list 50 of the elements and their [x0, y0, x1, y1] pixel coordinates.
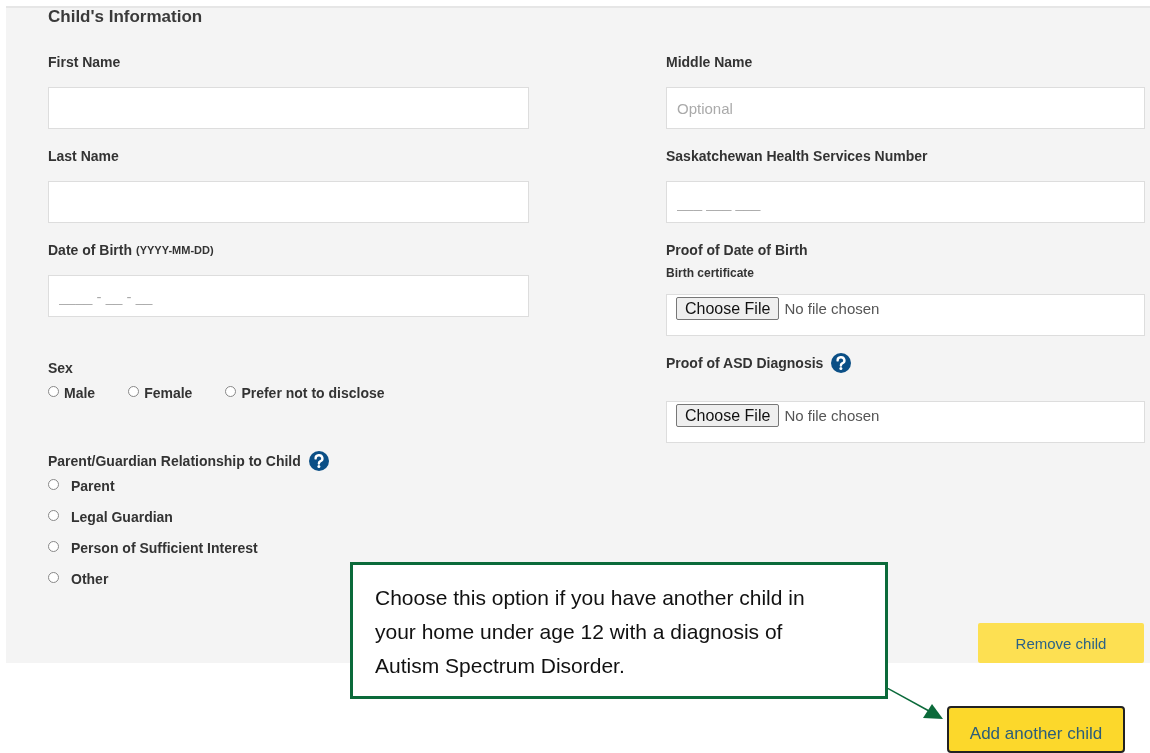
field-sublabel: Birth certificate: [666, 266, 756, 280]
callout-arrow: [887, 688, 943, 720]
option-label: Female: [144, 385, 193, 401]
option-label: Prefer not to disclose: [241, 385, 385, 401]
input-field[interactable]: ____ - __ - __: [48, 275, 529, 317]
file-field[interactable]: Choose File No file chosen: [666, 401, 1145, 443]
file-status: No file chosen: [784, 406, 880, 426]
section-title: Child's Information: [48, 8, 204, 26]
radio-option[interactable]: Female: [128, 383, 193, 403]
field-label: Proof of ASD Diagnosis: [666, 355, 824, 371]
callout-box: Choose this option if you have another child in your home under age 12 with a diagnosis of Autism Spectrum Disorder.: [350, 562, 888, 699]
help-icon[interactable]: [831, 353, 852, 373]
option-label: Other: [71, 571, 109, 587]
choose-file-button[interactable]: Choose File: [676, 297, 780, 320]
option-label: Parent: [71, 478, 115, 494]
choose-file-button[interactable]: Choose File: [676, 404, 780, 427]
radio-button[interactable]: [128, 385, 140, 397]
radio-button[interactable]: [225, 385, 237, 397]
radio-button[interactable]: [48, 509, 59, 521]
field-label: Middle Name: [666, 54, 753, 70]
radio-option[interactable]: Person of Sufficient Interest: [48, 538, 258, 558]
remove-child-button[interactable]: Remove child: [978, 623, 1144, 663]
input-field[interactable]: Optional: [666, 87, 1145, 129]
radio-option[interactable]: Prefer not to disclose: [225, 383, 385, 403]
input-field[interactable]: ___ ___ ___: [666, 181, 1145, 223]
option-label: Person of Sufficient Interest: [71, 540, 258, 556]
radio-option[interactable]: Legal Guardian: [48, 507, 173, 527]
field-label: Sex: [48, 360, 73, 376]
input-field[interactable]: [48, 181, 529, 223]
input-field[interactable]: [48, 87, 529, 129]
field-label: Proof of Date of Birth: [666, 242, 808, 258]
radio-button[interactable]: [48, 478, 59, 490]
option-label: Male: [64, 385, 96, 401]
radio-option[interactable]: Other: [48, 569, 109, 589]
radio-option[interactable]: Parent: [48, 476, 115, 496]
field-label: Date of Birth: [48, 242, 132, 258]
radio-button[interactable]: [48, 385, 59, 397]
file-field[interactable]: Choose File No file chosen: [666, 294, 1145, 336]
file-status: No file chosen: [784, 299, 880, 319]
add-another-child-button[interactable]: Add another child: [947, 706, 1125, 753]
radio-option[interactable]: Male: [48, 383, 96, 403]
format-hint: (YYYY-MM-DD): [136, 244, 214, 256]
radio-button[interactable]: [48, 571, 59, 583]
field-label: Saskatchewan Health Services Number: [666, 148, 928, 164]
option-label: Legal Guardian: [71, 509, 173, 525]
help-icon[interactable]: [308, 451, 329, 471]
field-label: Last Name: [48, 148, 119, 164]
field-label: Parent/Guardian Relationship to Child: [48, 453, 301, 469]
field-label: First Name: [48, 54, 121, 70]
radio-button[interactable]: [48, 540, 59, 552]
